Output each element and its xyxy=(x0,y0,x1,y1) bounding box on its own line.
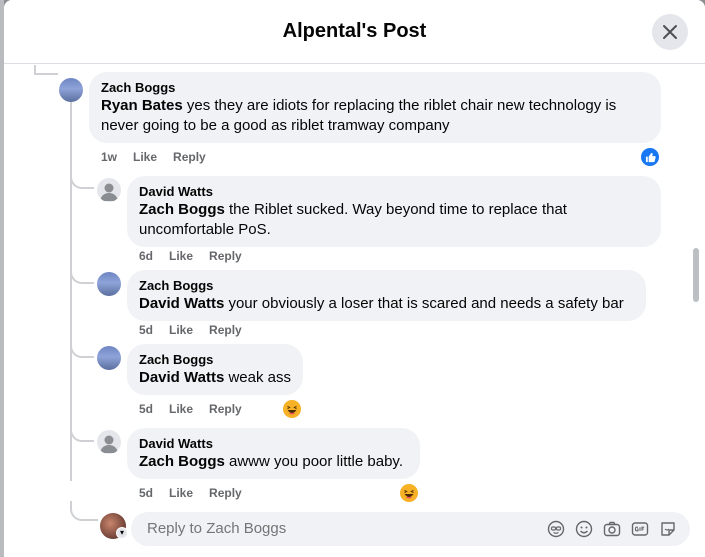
comment-time[interactable]: 5d xyxy=(139,486,153,500)
like-link[interactable]: Like xyxy=(133,150,157,164)
laughing-face-icon xyxy=(283,400,301,418)
avatar[interactable] xyxy=(97,272,121,296)
haha-reaction-icon[interactable] xyxy=(400,484,418,502)
modal-title: Alpental's Post xyxy=(282,20,427,42)
comment-mention[interactable]: David Watts xyxy=(139,369,224,386)
close-icon xyxy=(663,25,677,39)
gif-icon[interactable] xyxy=(630,519,650,539)
comment-mention[interactable]: David Watts xyxy=(139,295,224,312)
comment-thread: Zach Boggs Ryan Bates yes they are idiot… xyxy=(4,65,705,557)
comment-actions: 5d Like Reply xyxy=(139,402,242,416)
post-modal: Alpental's Post Zach Boggs Ryan Bates ye… xyxy=(4,0,705,557)
laughing-face-icon xyxy=(400,484,418,502)
comment-bubble: Zach Boggs Ryan Bates yes they are idiot… xyxy=(89,72,661,143)
comment-mention[interactable]: Zach Boggs xyxy=(139,453,225,470)
thread-curve-1 xyxy=(70,167,94,189)
default-avatar-icon xyxy=(100,435,118,453)
modal-header: Alpental's Post xyxy=(4,0,705,64)
comment-time[interactable]: 6d xyxy=(139,249,153,263)
comment-author[interactable]: Zach Boggs xyxy=(101,80,649,96)
thread-curve-3 xyxy=(70,336,94,358)
thread-curve-top xyxy=(34,73,58,89)
comment-body: David Watts your obviously a loser that … xyxy=(139,294,634,314)
comment-bubble: David Watts Zach Boggs the Riblet sucked… xyxy=(127,176,661,247)
comment-actions: 5d Like Reply xyxy=(139,323,242,337)
reply-link[interactable]: Reply xyxy=(209,486,242,500)
haha-reaction-icon[interactable] xyxy=(283,400,301,418)
comment-bubble: Zach Boggs David Watts weak ass xyxy=(127,344,303,395)
reply-composer xyxy=(131,512,690,546)
comment-author[interactable]: David Watts xyxy=(139,184,649,200)
like-reaction-icon[interactable] xyxy=(641,148,659,166)
default-avatar-icon xyxy=(100,183,118,201)
chevron-down-icon[interactable]: ▾ xyxy=(116,527,128,539)
composer-toolbar xyxy=(546,519,678,539)
comment-author[interactable]: Zach Boggs xyxy=(139,352,291,368)
comment-actions: 6d Like Reply xyxy=(139,249,242,263)
comment-mention[interactable]: Ryan Bates xyxy=(101,97,183,114)
avatar[interactable] xyxy=(97,178,121,202)
thread-curve-4 xyxy=(70,420,94,442)
comment-bubble: David Watts Zach Boggs awww you poor lit… xyxy=(127,428,420,479)
close-button[interactable] xyxy=(652,14,688,50)
reply-link[interactable]: Reply xyxy=(209,402,242,416)
comment-mention[interactable]: Zach Boggs xyxy=(139,201,225,218)
comment-bubble: Zach Boggs David Watts your obviously a … xyxy=(127,270,646,321)
reply-link[interactable]: Reply xyxy=(209,249,242,263)
like-link[interactable]: Like xyxy=(169,249,193,263)
emoji-icon[interactable] xyxy=(574,519,594,539)
comment-actions: 1w Like Reply xyxy=(101,150,206,164)
comment-body: Ryan Bates yes they are idiots for repla… xyxy=(101,96,649,136)
comment-actions: 5d Like Reply xyxy=(139,486,242,500)
reply-input[interactable] xyxy=(147,520,527,537)
comment-author[interactable]: Zach Boggs xyxy=(139,278,634,294)
comment-body: Zach Boggs awww you poor little baby. xyxy=(139,452,408,472)
comment-text: weak ass xyxy=(224,369,291,386)
comment-time[interactable]: 5d xyxy=(139,402,153,416)
comment-text: your obviously a loser that is scared an… xyxy=(224,295,624,312)
scrollbar-thumb[interactable] xyxy=(693,248,699,302)
comment-time[interactable]: 5d xyxy=(139,323,153,337)
avatar[interactable] xyxy=(97,430,121,454)
comment-author[interactable]: David Watts xyxy=(139,436,408,452)
like-link[interactable]: Like xyxy=(169,402,193,416)
camera-icon[interactable] xyxy=(602,519,622,539)
thread-curve-2 xyxy=(70,262,94,284)
comment-text: awww you poor little baby. xyxy=(224,453,403,470)
reply-link[interactable]: Reply xyxy=(173,150,206,164)
like-link[interactable]: Like xyxy=(169,486,193,500)
like-link[interactable]: Like xyxy=(169,323,193,337)
comment-time[interactable]: 1w xyxy=(101,150,117,164)
thumbs-up-icon xyxy=(645,152,656,162)
avatar[interactable] xyxy=(59,78,83,102)
reply-link[interactable]: Reply xyxy=(209,323,242,337)
avatar[interactable] xyxy=(97,346,121,370)
avatar-sticker-icon[interactable] xyxy=(546,519,566,539)
comment-body: Zach Boggs the Riblet sucked. Way beyond… xyxy=(139,200,649,240)
comment-body: David Watts weak ass xyxy=(139,368,291,388)
sticker-icon[interactable] xyxy=(658,519,678,539)
thread-curve-5 xyxy=(70,501,98,521)
